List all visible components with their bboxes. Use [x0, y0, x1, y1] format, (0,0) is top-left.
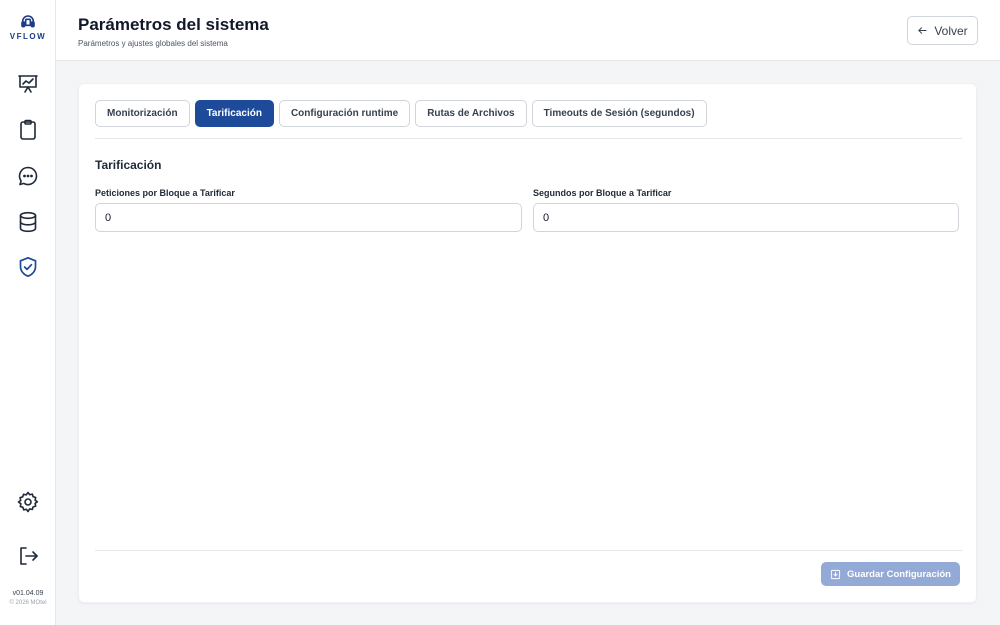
settings-card: Monitorización Tarificación Configuració… [78, 83, 977, 603]
logout-icon[interactable] [16, 544, 40, 568]
save-config-label: Guardar Configuración [847, 568, 951, 580]
header: Parámetros del sistema Parámetros y ajus… [56, 0, 1000, 61]
version-label: v01.04.09 [12, 590, 44, 597]
footer-divider [95, 550, 962, 551]
section-title: Tarificación [95, 158, 162, 172]
save-download-icon [830, 569, 841, 579]
tab-monitorizacion[interactable]: Monitorización [95, 100, 190, 127]
chat-bubble-icon[interactable] [16, 164, 40, 188]
copyright-label: © 2026 MOtel [9, 600, 47, 606]
vflow-logo-icon [21, 15, 35, 28]
page-title: Parámetros del sistema [78, 15, 269, 34]
segundos-label: Segundos por Bloque a Tarificar [533, 188, 672, 198]
logo: VFLOW [0, 14, 56, 41]
peticiones-label: Peticiones por Bloque a Tarificar [95, 188, 235, 198]
database-icon[interactable] [16, 210, 40, 234]
gear-icon[interactable] [16, 490, 40, 514]
arrow-left-icon [918, 27, 927, 34]
tab-timeouts-de-sesion[interactable]: Timeouts de Sesión (segundos) [531, 100, 707, 127]
page-subtitle: Parámetros y ajustes globales del sistem… [78, 39, 228, 48]
save-config-button[interactable]: Guardar Configuración [821, 562, 960, 586]
logo-text: VFLOW [9, 32, 47, 41]
tab-configuracion-runtime[interactable]: Configuración runtime [278, 100, 411, 127]
back-button-label: Volver [934, 23, 968, 38]
segundos-input[interactable] [533, 203, 959, 232]
peticiones-input[interactable] [95, 203, 522, 232]
sidebar: VFLOW v01.04.09 © 2026 MOtel [0, 0, 56, 625]
tab-tarificacion[interactable]: Tarificación [194, 100, 274, 127]
presentation-chart-icon[interactable] [16, 72, 40, 96]
clipboard-icon[interactable] [16, 118, 40, 142]
tabs-divider [95, 138, 962, 139]
shield-check-icon[interactable] [16, 255, 40, 279]
tab-bar: Monitorización Tarificación Configuració… [95, 100, 707, 127]
back-button[interactable]: Volver [907, 16, 978, 45]
tab-rutas-de-archivos[interactable]: Rutas de Archivos [415, 100, 527, 127]
